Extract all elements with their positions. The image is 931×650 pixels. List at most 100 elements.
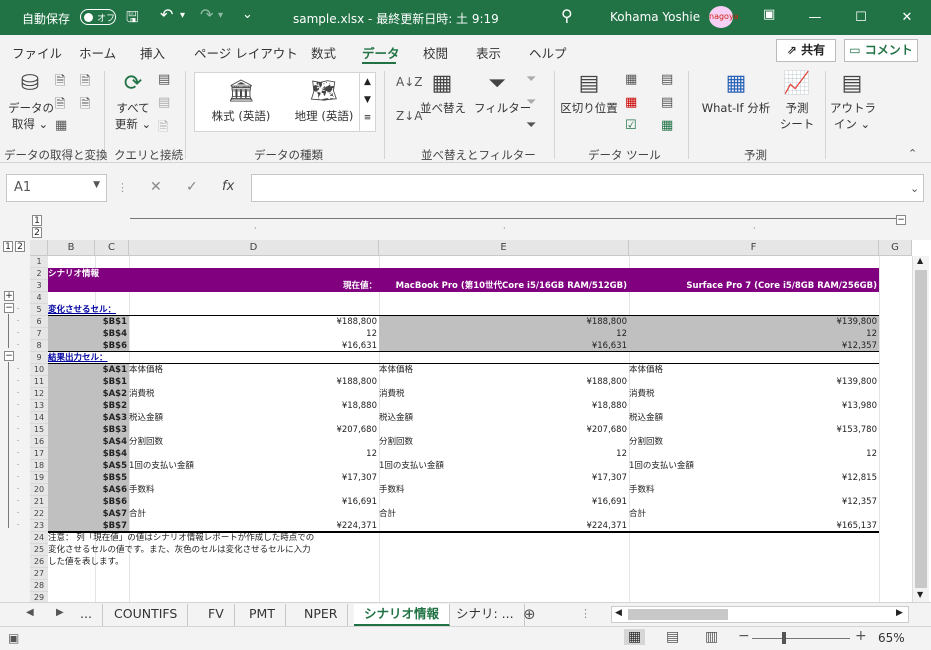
row-header[interactable]: 7 [30, 328, 48, 340]
scenario-value-cell[interactable]: ¥139,800 [629, 316, 879, 328]
zoom-slider-thumb[interactable] [782, 632, 786, 644]
row-header[interactable]: 1 [30, 256, 48, 268]
sheet-tab-scenario[interactable]: シナリオ情報 [354, 604, 451, 626]
result-value-cell[interactable]: 合計 [629, 508, 879, 520]
row-header[interactable]: 11 [30, 376, 48, 388]
row-header[interactable]: 15 [30, 424, 48, 436]
row-header[interactable]: 13 [30, 400, 48, 412]
scenario-value-cell[interactable]: ¥188,800 [379, 316, 629, 328]
insert-function-icon[interactable]: fx [222, 179, 234, 194]
result-value-cell[interactable]: 12 [129, 448, 379, 460]
result-value-cell[interactable]: ¥17,307 [129, 472, 379, 484]
zoom-out-icon[interactable]: − [738, 628, 750, 644]
row-header[interactable]: 3 [30, 280, 48, 292]
from-text-icon[interactable]: 🗎 [55, 72, 65, 94]
reapply-icon[interactable]: ⏷ [526, 95, 536, 110]
result-value-cell[interactable]: 1回の支払い金額 [379, 460, 629, 472]
changing-cell-ref[interactable]: $B$4 [48, 328, 129, 340]
zoom-slider[interactable] [752, 638, 850, 639]
row-header[interactable]: 19 [30, 472, 48, 484]
col-level-1-button[interactable]: 1 [32, 215, 42, 226]
result-value-cell[interactable]: ¥188,800 [379, 376, 629, 388]
close-button[interactable]: ✕ [884, 0, 930, 35]
collapse-row-group-button[interactable]: − [4, 351, 14, 361]
sheet-tab-pmt[interactable]: PMT [239, 604, 286, 626]
edit-links-icon[interactable]: 🗎 [158, 118, 168, 140]
result-value-cell[interactable]: ¥16,691 [129, 496, 379, 508]
sort-descending-icon[interactable]: Z↓A [396, 109, 422, 123]
result-cell-ref[interactable]: $B$2 [48, 400, 129, 412]
sheet-tab-more-right[interactable]: シナリ: ... [446, 604, 525, 626]
result-value-cell[interactable]: 本体価格 [379, 364, 629, 376]
sheet-tab-nper[interactable]: NPER [294, 604, 349, 626]
row-header[interactable]: 10 [30, 364, 48, 376]
row-header[interactable]: 27 [30, 568, 48, 580]
get-data-button[interactable]: ⛁ データの 取得 ⌄ [8, 71, 54, 132]
row-header[interactable]: 20 [30, 484, 48, 496]
zoom-level[interactable]: 65% [878, 631, 905, 645]
data-validation-icon[interactable]: ☑ [625, 118, 637, 133]
result-cell-ref[interactable]: $A$5 [48, 460, 129, 472]
row-header[interactable]: 6 [30, 316, 48, 328]
data-model-icon[interactable]: ▦ [661, 118, 673, 133]
scroll-left-icon[interactable]: ◀ [615, 608, 622, 618]
header-blank[interactable] [48, 280, 129, 292]
outline-button[interactable]: ▤ アウトラ イン ⌄ [830, 71, 876, 132]
geography-button[interactable]: 🗺 地理 (英語) [285, 79, 363, 124]
next-sheet-icon[interactable]: ▶ [56, 607, 64, 618]
result-value-cell[interactable]: ¥16,691 [379, 496, 629, 508]
flash-fill-icon[interactable]: ▦ [625, 72, 637, 87]
search-icon[interactable]: ⚲ [561, 6, 573, 25]
autosave-toggle[interactable]: オフ [80, 9, 116, 25]
result-value-cell[interactable]: 消費税 [379, 388, 629, 400]
row-header[interactable]: 14 [30, 412, 48, 424]
gallery-scroll[interactable]: ▲ ▼ ≡ [359, 72, 376, 132]
remove-duplicates-icon[interactable]: ▦ [625, 95, 637, 110]
scroll-right-icon[interactable]: ▶ [896, 608, 903, 618]
header-scenario-surface[interactable]: Surface Pro 7 (Core i5/8GB RAM/256GB) [629, 280, 879, 292]
recent-sources-icon[interactable]: 🗎 [80, 72, 90, 94]
current-value-cell[interactable]: ¥188,800 [129, 316, 379, 328]
row-header[interactable]: 4 [30, 292, 48, 304]
row-header[interactable]: 17 [30, 448, 48, 460]
column-header-b[interactable]: B [48, 240, 95, 256]
result-value-cell[interactable]: 消費税 [129, 388, 379, 400]
result-value-cell[interactable]: 1回の支払い金額 [629, 460, 879, 472]
share-button[interactable]: ⇗ 共有 [776, 39, 836, 62]
result-value-cell[interactable]: ¥207,680 [379, 424, 629, 436]
formula-input[interactable] [251, 174, 924, 202]
note-line-3[interactable]: した値を表します。 [48, 556, 448, 568]
normal-view-icon[interactable]: ▦ [624, 629, 646, 645]
result-value-cell[interactable]: 手数料 [379, 484, 629, 496]
row-header[interactable]: 12 [30, 388, 48, 400]
filter-button[interactable]: ⏷ フィルター [474, 71, 531, 116]
result-cell-ref[interactable]: $A$3 [48, 412, 129, 424]
queries-connections-icon[interactable]: ▤ [158, 72, 170, 87]
result-value-cell[interactable]: 1回の支払い金額 [129, 460, 379, 472]
result-cell-ref[interactable]: $B$3 [48, 424, 129, 436]
sort-button[interactable]: ▦ 並べ替え [420, 71, 466, 116]
result-value-cell[interactable]: ¥153,780 [629, 424, 879, 436]
sheet-tab-fv[interactable]: FV [198, 604, 235, 626]
changing-cell-ref[interactable]: $B$1 [48, 316, 129, 328]
row-header[interactable]: 16 [30, 436, 48, 448]
result-value-cell[interactable]: 税込金額 [129, 412, 379, 424]
collapse-ribbon-icon[interactable]: ⌃ [908, 147, 917, 160]
row-header[interactable]: 28 [30, 580, 48, 592]
result-cell-ref[interactable]: $A$1 [48, 364, 129, 376]
result-cell-ref[interactable]: $A$2 [48, 388, 129, 400]
result-cell-ref[interactable]: $B$6 [48, 496, 129, 508]
stocks-button[interactable]: 🏛 株式 (英語) [203, 79, 279, 124]
what-if-button[interactable]: ▦ What-If 分析 [696, 71, 776, 116]
scenario-value-cell[interactable]: 12 [379, 328, 629, 340]
sheet-tab-more-left[interactable]: ... [70, 604, 103, 626]
cancel-icon[interactable]: ✕ [150, 179, 162, 195]
tab-home[interactable]: ホーム [79, 43, 116, 62]
result-value-cell[interactable]: 分割回数 [629, 436, 879, 448]
row-header[interactable]: 5 [30, 304, 48, 316]
column-header-e[interactable]: E [379, 240, 629, 256]
name-box[interactable]: A1 ▼ [6, 174, 107, 202]
note-line-2[interactable]: 変化させるセルの値です。また、灰色のセルは変化させるセルに入力 [48, 544, 448, 556]
from-table-icon[interactable]: ▦ [55, 118, 67, 133]
result-value-cell[interactable]: 手数料 [129, 484, 379, 496]
